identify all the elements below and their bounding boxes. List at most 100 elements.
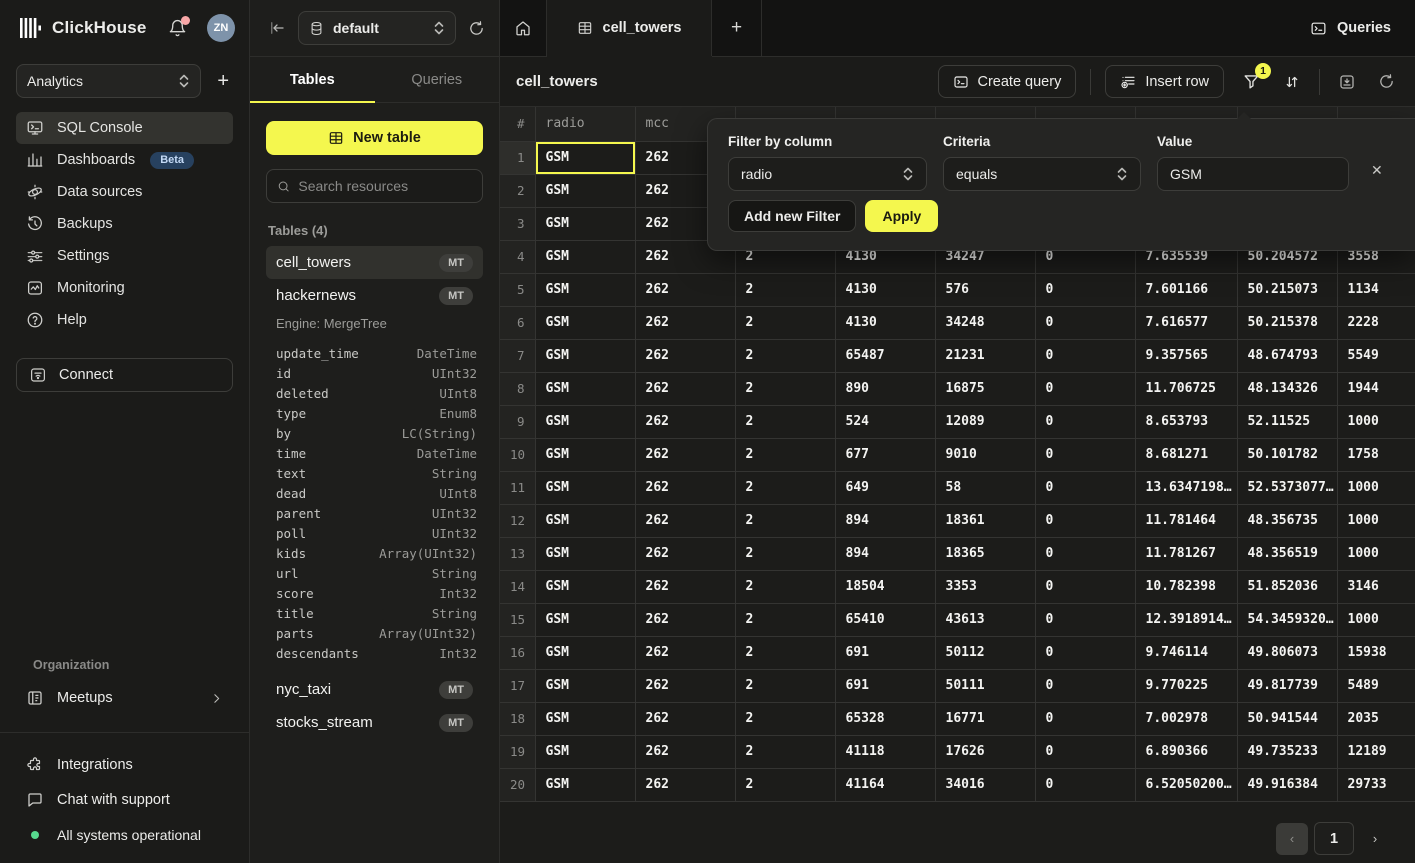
table-cell[interactable]: 48.356735	[1237, 504, 1337, 537]
table-list-item-stocks_stream[interactable]: stocks_streamMT	[266, 706, 483, 739]
table-cell[interactable]: 262	[635, 273, 735, 306]
system-status[interactable]: All systems operational	[16, 821, 233, 849]
table-cell[interactable]: 1758	[1337, 438, 1415, 471]
table-cell[interactable]: 1000	[1337, 405, 1415, 438]
table-cell[interactable]: 52.5373077…	[1237, 471, 1337, 504]
table-cell[interactable]: GSM	[535, 339, 635, 372]
table-cell[interactable]: 677	[835, 438, 935, 471]
panel-tab-tables[interactable]: Tables	[250, 57, 375, 102]
table-cell[interactable]: 13.6347198…	[1135, 471, 1237, 504]
table-cell[interactable]: 18365	[935, 537, 1035, 570]
table-cell[interactable]: 6.890366	[1135, 735, 1237, 768]
table-cell[interactable]: 2	[735, 636, 835, 669]
table-cell[interactable]: 0	[1035, 504, 1135, 537]
table-cell[interactable]: 50111	[935, 669, 1035, 702]
table-cell[interactable]: 7.002978	[1135, 702, 1237, 735]
table-cell[interactable]: 0	[1035, 669, 1135, 702]
table-cell[interactable]: 65328	[835, 702, 935, 735]
table-cell[interactable]: 10.782398	[1135, 570, 1237, 603]
table-cell[interactable]: 11.781464	[1135, 504, 1237, 537]
table-cell[interactable]: 262	[635, 471, 735, 504]
table-cell[interactable]: 1944	[1337, 372, 1415, 405]
table-cell[interactable]: 894	[835, 504, 935, 537]
table-cell[interactable]: 34016	[935, 768, 1035, 801]
remove-filter-icon[interactable]: ✕	[1365, 154, 1389, 187]
next-page-button[interactable]: ›	[1360, 823, 1390, 855]
table-cell[interactable]: 49.817739	[1237, 669, 1337, 702]
table-cell[interactable]: GSM	[535, 240, 635, 273]
table-cell[interactable]: 0	[1035, 438, 1135, 471]
new-tab-button[interactable]: +	[712, 0, 762, 56]
table-cell[interactable]: GSM	[535, 603, 635, 636]
table-cell[interactable]: 649	[835, 471, 935, 504]
table-cell[interactable]: 29733	[1337, 768, 1415, 801]
table-cell[interactable]: 6.52050200…	[1135, 768, 1237, 801]
table-cell[interactable]: 3146	[1337, 570, 1415, 603]
download-button[interactable]	[1334, 69, 1360, 95]
prev-page-button[interactable]: ‹	[1276, 823, 1308, 855]
table-cell[interactable]: 21231	[935, 339, 1035, 372]
table-cell[interactable]: 48.674793	[1237, 339, 1337, 372]
filter-value-input[interactable]	[1170, 166, 1336, 182]
table-cell[interactable]: 9.357565	[1135, 339, 1237, 372]
table-cell[interactable]: 7.616577	[1135, 306, 1237, 339]
table-cell[interactable]: 48.356519	[1237, 537, 1337, 570]
table-cell[interactable]: 0	[1035, 570, 1135, 603]
table-cell[interactable]: 43613	[935, 603, 1035, 636]
table-cell[interactable]: GSM	[535, 471, 635, 504]
current-page[interactable]: 1	[1314, 822, 1354, 855]
home-tab[interactable]	[500, 0, 547, 56]
database-selector[interactable]: default	[298, 11, 456, 45]
table-cell[interactable]: 2	[735, 735, 835, 768]
table-cell[interactable]: 0	[1035, 537, 1135, 570]
table-cell[interactable]: 2	[735, 537, 835, 570]
table-cell[interactable]: 65410	[835, 603, 935, 636]
table-cell[interactable]: 8.653793	[1135, 405, 1237, 438]
table-cell[interactable]: GSM	[535, 141, 635, 174]
table-cell[interactable]: 1000	[1337, 603, 1415, 636]
sidebar-item-data-sources[interactable]: Data sources	[16, 176, 233, 208]
table-cell[interactable]: 262	[635, 504, 735, 537]
table-cell[interactable]: 34248	[935, 306, 1035, 339]
table-cell[interactable]: 1000	[1337, 537, 1415, 570]
team-selector[interactable]: Analytics	[16, 64, 201, 98]
tab-cell-towers[interactable]: cell_towers	[547, 0, 712, 56]
table-cell[interactable]: 50.215073	[1237, 273, 1337, 306]
table-cell[interactable]: 2	[735, 339, 835, 372]
table-cell[interactable]: 41118	[835, 735, 935, 768]
table-cell[interactable]: 576	[935, 273, 1035, 306]
table-cell[interactable]: GSM	[535, 207, 635, 240]
avatar[interactable]: ZN	[207, 14, 235, 42]
table-cell[interactable]: 49.735233	[1237, 735, 1337, 768]
insert-row-button[interactable]: Insert row	[1105, 65, 1224, 98]
table-cell[interactable]: 12189	[1337, 735, 1415, 768]
table-cell[interactable]: 54.3459320…	[1237, 603, 1337, 636]
table-list-item-nyc_taxi[interactable]: nyc_taxiMT	[266, 673, 483, 706]
table-cell[interactable]: 262	[635, 372, 735, 405]
table-cell[interactable]: 3353	[935, 570, 1035, 603]
table-cell[interactable]: 2	[735, 603, 835, 636]
table-cell[interactable]: 11.706725	[1135, 372, 1237, 405]
filter-button[interactable]: 1	[1238, 68, 1265, 95]
table-cell[interactable]: 5549	[1337, 339, 1415, 372]
table-cell[interactable]: 894	[835, 537, 935, 570]
table-cell[interactable]: GSM	[535, 669, 635, 702]
table-cell[interactable]: 691	[835, 669, 935, 702]
table-cell[interactable]: GSM	[535, 768, 635, 801]
table-cell[interactable]: 1000	[1337, 504, 1415, 537]
table-cell[interactable]: 0	[1035, 471, 1135, 504]
table-cell[interactable]: 52.11525	[1237, 405, 1337, 438]
queries-button[interactable]: Queries	[1286, 0, 1415, 56]
sidebar-item-sql-console[interactable]: SQL Console	[16, 112, 233, 144]
table-cell[interactable]: 4130	[835, 273, 935, 306]
table-cell[interactable]: 262	[635, 405, 735, 438]
table-cell[interactable]: GSM	[535, 405, 635, 438]
add-team-button[interactable]: +	[213, 69, 233, 93]
sidebar-item-chat-with-support[interactable]: Chat with support	[16, 786, 233, 814]
sidebar-item-help[interactable]: Help	[16, 304, 233, 336]
table-cell[interactable]: 50.941544	[1237, 702, 1337, 735]
table-cell[interactable]: 262	[635, 636, 735, 669]
table-cell[interactable]: 524	[835, 405, 935, 438]
table-cell[interactable]: 15938	[1337, 636, 1415, 669]
table-cell[interactable]: 5489	[1337, 669, 1415, 702]
